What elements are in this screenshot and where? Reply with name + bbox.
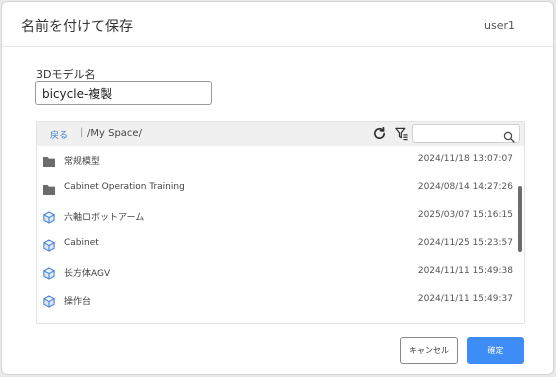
item-name: 操作台 (64, 297, 92, 307)
search-icon[interactable] (503, 128, 515, 143)
folder-icon (42, 153, 56, 167)
back-link[interactable]: 戻る (50, 128, 68, 141)
browser-toolbar: 戻る | /My Space/ (37, 122, 524, 146)
search-input[interactable] (417, 126, 499, 141)
item-name: 常规模型 (64, 157, 101, 167)
search-box[interactable] (412, 124, 520, 143)
cube-icon (42, 237, 56, 252)
path-separator: | (80, 127, 84, 138)
cube-icon (42, 293, 56, 308)
user-name: user1 (484, 19, 515, 32)
list-item[interactable]: Cabinet Operation Training 2024/08/14 14… (37, 174, 514, 202)
model-name-label: 3Dモデル名 (36, 68, 96, 81)
list-item[interactable]: Cabinet 2024/11/25 15:23:57 (37, 230, 514, 258)
list-item[interactable]: 操作台 2024/11/11 15:49:37 (37, 286, 514, 314)
item-date: 2024/08/14 14:27:26 (417, 182, 513, 192)
item-date: 2025/03/07 15:16:15 (417, 210, 513, 220)
model-name-input[interactable] (35, 81, 212, 105)
filter-icon[interactable] (394, 126, 409, 141)
cube-icon (42, 265, 56, 280)
item-date: 2024/11/11 15:49:38 (417, 266, 513, 276)
scrollbar[interactable] (516, 146, 524, 323)
list-item[interactable]: 六軸ロボットアーム 2025/03/07 15:16:15 (37, 202, 514, 230)
save-as-dialog: 名前を付けて保存 user1 3Dモデル名 戻る | /My Space/ (1, 1, 554, 375)
confirm-button[interactable]: 確定 (467, 337, 524, 364)
refresh-icon[interactable] (372, 126, 387, 141)
dialog-header: 名前を付けて保存 user1 (2, 2, 553, 47)
dialog-title: 名前を付けて保存 (21, 19, 133, 35)
list-item[interactable]: 长方体AGV 2024/11/11 15:49:38 (37, 258, 514, 286)
item-name: 长方体AGV (64, 269, 111, 279)
file-browser: 戻る | /My Space/ 常规模型 2024/11/18 13:07:07… (36, 121, 525, 324)
item-date: 2024/11/11 15:49:37 (417, 294, 513, 304)
item-name: Cabinet (64, 238, 99, 248)
cancel-button[interactable]: キャンセル (400, 337, 458, 364)
item-date: 2024/11/25 15:23:57 (417, 238, 513, 248)
current-path: /My Space/ (87, 128, 142, 139)
file-list: 常规模型 2024/11/18 13:07:07 Cabinet Operati… (37, 146, 524, 323)
item-date: 2024/11/18 13:07:07 (417, 154, 513, 164)
folder-icon (42, 181, 56, 195)
item-name: Cabinet Operation Training (64, 182, 185, 192)
list-item[interactable]: 常规模型 2024/11/18 13:07:07 (37, 146, 514, 174)
scrollbar-thumb[interactable] (518, 186, 522, 252)
cube-icon (42, 209, 56, 224)
item-name: 六軸ロボットアーム (64, 213, 145, 223)
